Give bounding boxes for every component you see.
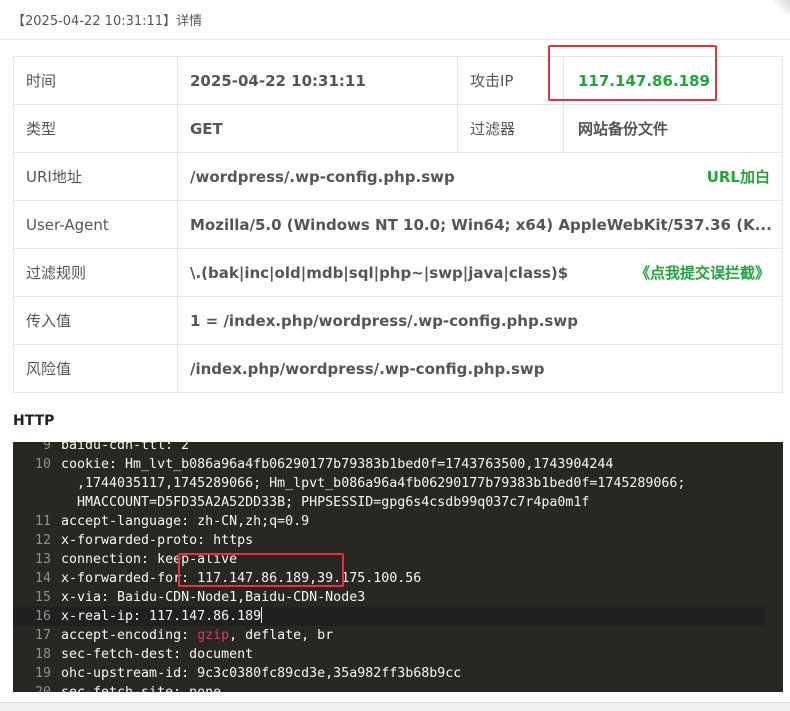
text-cursor <box>261 607 263 623</box>
code-line: 11 accept-language: zh-CN,zh;q=0.9 <box>13 512 783 531</box>
dialog-bottom-bar <box>0 702 790 711</box>
line-number <box>13 493 51 512</box>
line-number: 14 <box>34 571 51 586</box>
code-line: 15 x-via: Baidu-CDN-Node1,Baidu-CDN-Node3 <box>13 588 783 607</box>
http-code-editor[interactable]: 9 baidu-cdn-ttl: 2 10 cookie: Hm_lvt_b086a9… <box>13 442 783 692</box>
dialog-title: 【2025-04-22 10:31:11】详情 <box>12 14 203 29</box>
code-line: 12 x-forwarded-proto: https <box>13 531 783 550</box>
table-row: 类型 GET 过滤器 网站备份文件 <box>13 104 783 153</box>
time-value: 2025-04-22 10:31:11 <box>177 56 458 105</box>
xff-highlight-box <box>178 553 344 587</box>
code-line: 18 sec-fetch-dest: document <box>13 645 783 664</box>
type-value: GET <box>177 104 458 153</box>
table-row: 过滤规则 \.(bak|inc|old|mdb|sql|php~|swp|jav… <box>13 248 783 297</box>
line-text: baidu-cdn-ttl: 2 <box>61 442 190 453</box>
table-row: 传入值 1 = /index.php/wordpress/.wp-config.… <box>13 296 783 345</box>
ip-highlight-box <box>548 45 717 101</box>
code-line: 13 connection: keep-alive <box>13 550 783 569</box>
keyword-token: gzip <box>197 628 230 643</box>
line-number: 17 <box>34 628 51 643</box>
code-line: 10 cookie: Hm_lvt_b086a96a4fb06290177b793… <box>13 455 783 474</box>
table-row: User-Agent Mozilla/5.0 (Windows NT 10.0;… <box>13 200 783 249</box>
line-number: 10 <box>34 457 51 472</box>
line-number: 12 <box>34 533 51 548</box>
risk-value: /index.php/wordpress/.wp-config.php.swp <box>177 344 783 393</box>
detail-dialog: 【2025-04-22 10:31:11】详情 时间 2025-04-22 10… <box>0 0 790 711</box>
code-line: 19 ohc-upstream-id: 9c3c0380fc89cd3e,35a9… <box>13 664 783 683</box>
dialog-corner <box>774 0 790 14</box>
url-whitelist-link[interactable]: URL加白 <box>707 166 770 187</box>
line-text: accept-language: zh-CN,zh;q=0.9 <box>61 514 310 529</box>
code-line: 20sec-fetch-site: none <box>13 683 783 692</box>
detail-table: 时间 2025-04-22 10:31:11 攻击IP 117.147.86.1… <box>13 56 783 393</box>
filter-value: 网站备份文件 <box>563 104 783 153</box>
report-false-positive-link[interactable]: 《点我提交误拦截》 <box>635 262 770 283</box>
line-number: 19 <box>34 666 51 681</box>
input-value-label: 传入值 <box>13 296 178 345</box>
code-lines: 9 baidu-cdn-ttl: 2 10 cookie: Hm_lvt_b086a9… <box>13 442 783 692</box>
line-number: 9 <box>42 442 51 453</box>
filter-rule-value: \.(bak|inc|old|mdb|sql|php~|swp|java|cla… <box>190 263 569 282</box>
line-number: 16 <box>34 609 51 624</box>
line-text: HMACCOUNT=D5FD35A2A52DD33B; PHPSESSID=gp… <box>61 495 590 510</box>
table-row: URI地址 /wordpress/.wp-config.php.swp URL加… <box>13 152 783 201</box>
line-text: x-via: Baidu-CDN-Node1,Baidu-CDN-Node3 <box>61 590 366 605</box>
line-text: x-forwarded-proto: https <box>61 533 254 548</box>
line-number: 18 <box>34 647 51 662</box>
uri-value: /wordpress/.wp-config.php.swp <box>190 167 455 186</box>
filter-rule-label: 过滤规则 <box>13 248 178 297</box>
line-text: ohc-upstream-id: 9c3c0380fc89cd3e,35a982… <box>61 666 462 681</box>
code-line: 16 x-real-ip: 117.147.86.189 <box>13 607 765 626</box>
code-line: HMACCOUNT=D5FD35A2A52DD33B; PHPSESSID=gp… <box>13 493 783 512</box>
code-line: 17 accept-encoding: gzip, deflate, br <box>13 626 783 645</box>
table-row: 风险值 /index.php/wordpress/.wp-config.php.… <box>13 344 783 393</box>
line-number <box>13 474 51 493</box>
time-label: 时间 <box>13 56 178 105</box>
uri-label: URI地址 <box>13 152 178 201</box>
line-text: accept-encoding: gzip, deflate, br <box>61 628 334 643</box>
line-text: sec-fetch-site: none <box>51 683 221 692</box>
type-label: 类型 <box>13 104 178 153</box>
code-line: 9 baidu-cdn-ttl: 2 <box>13 442 783 455</box>
http-section-label: HTTP <box>13 413 55 429</box>
dialog-title-bar[interactable]: 【2025-04-22 10:31:11】详情 <box>0 0 790 40</box>
code-line: 14 x-forwarded-for: 117.147.86.189,39.175… <box>13 569 783 588</box>
line-number: 20 <box>13 683 51 692</box>
input-value: 1 = /index.php/wordpress/.wp-config.php.… <box>177 296 783 345</box>
line-number: 11 <box>34 514 51 529</box>
line-number: 13 <box>34 552 51 567</box>
risk-value-label: 风险值 <box>13 344 178 393</box>
filter-rule-cell: \.(bak|inc|old|mdb|sql|php~|swp|java|cla… <box>177 248 783 297</box>
line-text: cookie: Hm_lvt_b086a96a4fb06290177b79383… <box>61 457 614 472</box>
filter-label: 过滤器 <box>457 104 564 153</box>
uri-cell: /wordpress/.wp-config.php.swp URL加白 <box>177 152 783 201</box>
user-agent-label: User-Agent <box>13 200 178 249</box>
line-text: x-real-ip: 117.147.86.189 <box>61 607 263 624</box>
code-line: ,1744035117,1745289066; Hm_lpvt_b086a96a… <box>13 474 783 493</box>
user-agent-value: Mozilla/5.0 (Windows NT 10.0; Win64; x64… <box>177 200 783 249</box>
line-number: 15 <box>34 590 51 605</box>
line-text: ,1744035117,1745289066; Hm_lpvt_b086a96a… <box>61 476 686 491</box>
line-text: sec-fetch-dest: document <box>61 647 254 662</box>
